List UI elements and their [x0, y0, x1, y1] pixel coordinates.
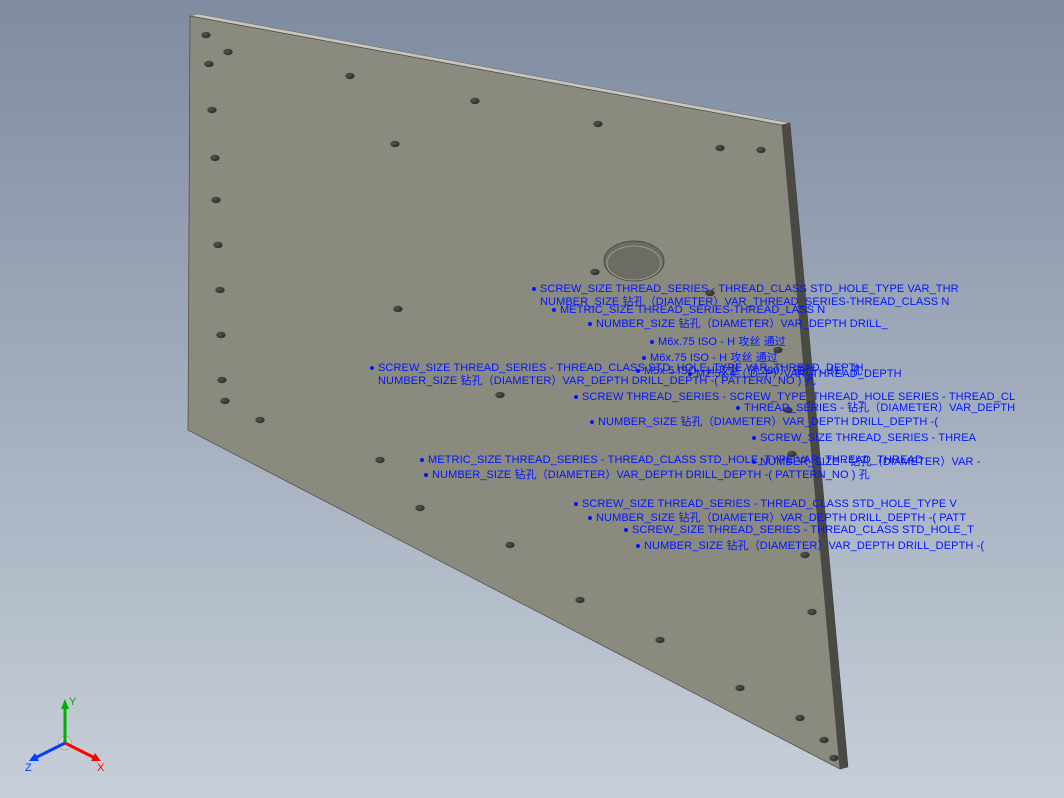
drill-hole: [216, 287, 225, 293]
drill-hole: [656, 637, 665, 643]
drill-hole: [808, 609, 817, 615]
drill-hole: [224, 49, 233, 55]
plate-front-face: [188, 16, 840, 769]
large-bore-hole: [604, 241, 664, 281]
drill-hole: [256, 417, 265, 423]
drill-hole: [774, 347, 783, 353]
drill-hole: [376, 457, 385, 463]
drill-hole: [716, 145, 725, 151]
drill-hole: [211, 155, 220, 161]
drill-hole: [202, 32, 211, 38]
drill-hole: [208, 107, 217, 113]
drill-hole: [346, 73, 355, 79]
drill-hole: [788, 451, 797, 457]
drill-hole: [212, 197, 221, 203]
drill-hole: [221, 398, 230, 404]
drill-hole: [471, 98, 480, 104]
drill-hole: [594, 121, 603, 127]
drill-hole: [391, 141, 400, 147]
drill-hole: [214, 242, 223, 248]
drill-hole: [820, 737, 829, 743]
drill-hole: [830, 755, 839, 761]
drill-hole: [394, 306, 403, 312]
drill-hole: [801, 552, 810, 558]
drill-hole: [591, 269, 600, 275]
drill-hole: [706, 290, 715, 296]
drill-hole: [576, 597, 585, 603]
drill-hole: [784, 407, 793, 413]
drill-hole: [416, 505, 425, 511]
drill-hole: [736, 685, 745, 691]
drill-hole: [205, 61, 214, 67]
drill-hole: [218, 377, 227, 383]
drill-hole: [506, 542, 515, 548]
cad-viewport[interactable]: SCREW_SIZE THREAD_SERIES - THREAD_CLASS …: [0, 0, 1064, 798]
model-svg: [0, 0, 1064, 798]
drill-hole: [757, 147, 766, 153]
drill-hole: [217, 332, 226, 338]
drill-hole: [796, 715, 805, 721]
drill-hole: [496, 392, 505, 398]
